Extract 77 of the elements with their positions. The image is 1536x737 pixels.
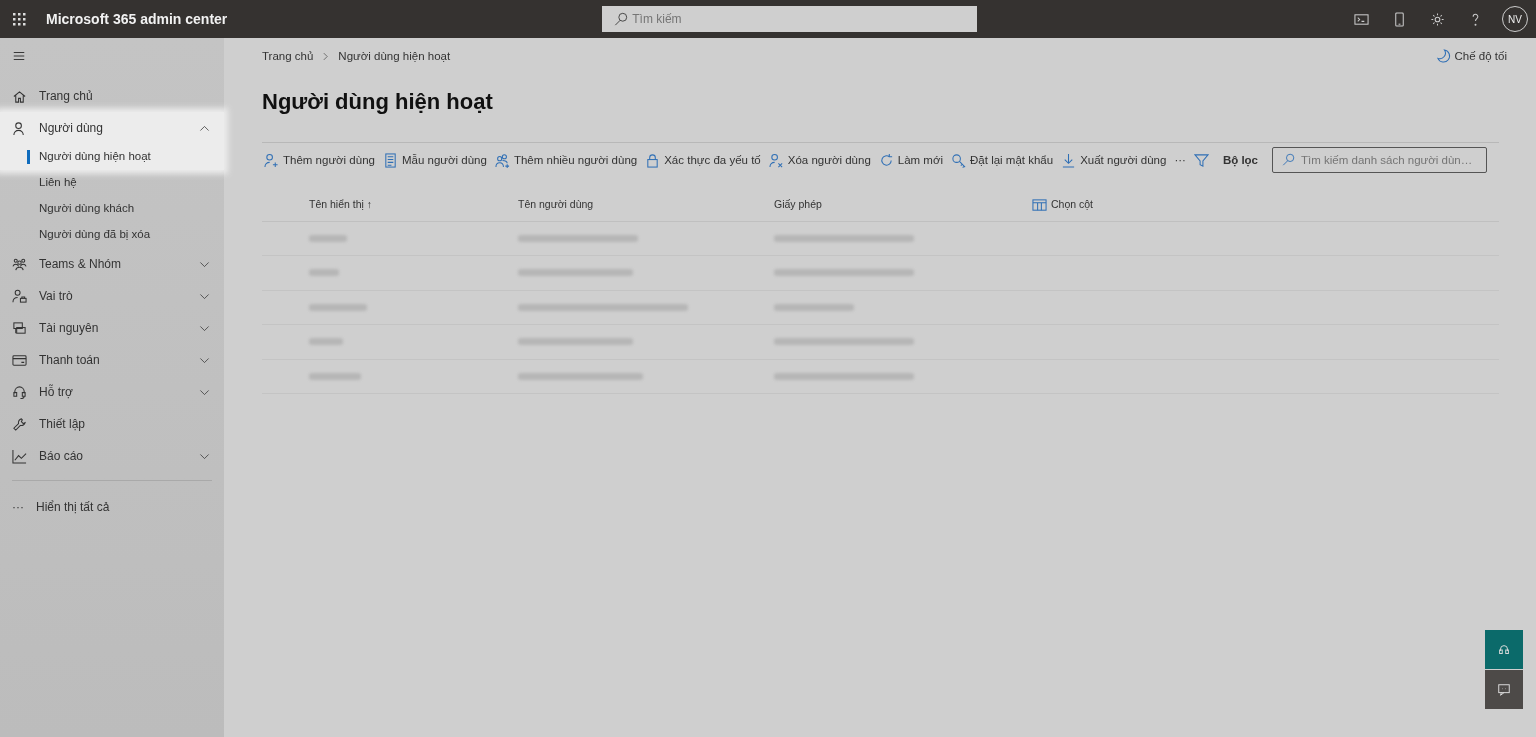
support-button[interactable] <box>1485 630 1523 669</box>
table-icon <box>1032 197 1047 213</box>
filter-button[interactable]: Bộ lọc <box>1220 151 1260 169</box>
download-icon <box>1061 152 1077 168</box>
nav-subitem[interactable]: Liên hệ <box>0 170 224 196</box>
terminal-icon[interactable] <box>1353 11 1369 27</box>
person-x-icon <box>768 152 784 168</box>
nav-item[interactable]: Báo cáo <box>0 440 224 472</box>
breadcrumb-link[interactable]: Trang chủ <box>262 48 314 66</box>
nav-item[interactable]: Người dùng <box>0 112 224 144</box>
nav-item[interactable]: Teams & Nhóm <box>0 248 224 280</box>
more-button[interactable]: ··· <box>1172 151 1188 169</box>
search-field[interactable]: Tìm kiếm <box>602 6 978 32</box>
toolbar-button[interactable]: Làm mới <box>876 151 946 169</box>
nav-item[interactable]: Hỗ trợ <box>0 376 224 408</box>
toolbar-button[interactable]: Thêm nhiều người dùng <box>492 151 640 169</box>
nav-item[interactable]: Tài nguyên <box>0 312 224 344</box>
document-icon <box>382 152 398 168</box>
refresh-icon <box>878 152 894 168</box>
app-title: Microsoft 365 admin center <box>46 9 228 29</box>
menu-icon[interactable] <box>12 49 26 63</box>
toolbar-button[interactable]: Mẫu người dùng <box>380 151 489 169</box>
page-title: Người dùng hiện hoạt <box>262 89 494 116</box>
toolbar-button[interactable]: Xác thực đa yếu tố <box>643 151 763 169</box>
nav-label: Người dùng <box>39 120 103 137</box>
toolbar-button[interactable]: Xuất người dùng <box>1059 151 1169 169</box>
nav-label: Tài nguyên <box>39 320 99 337</box>
nav-item[interactable]: Thanh toán <box>0 344 224 376</box>
toolbar-button[interactable]: Xóa người dùng <box>766 151 873 169</box>
dark-mode-button[interactable]: Chế độ tối <box>1433 48 1509 66</box>
nav-label: Hỗ trợ <box>39 383 73 401</box>
settings-icon[interactable] <box>1429 11 1445 27</box>
show-all-link[interactable]: ··· Hiển thị tất cả <box>0 491 224 523</box>
headset-icon <box>1497 642 1511 657</box>
column-header[interactable]: Giấy phép <box>774 198 822 211</box>
nav-item[interactable]: Thiết lập <box>0 408 224 440</box>
toolbar-button[interactable]: Thêm người dùng <box>262 151 377 169</box>
nav-label: Vai trò <box>39 288 73 305</box>
printer-icon <box>12 320 27 336</box>
card-icon <box>12 352 27 368</box>
nav-label: Trang chủ <box>39 88 93 105</box>
search-icon <box>614 12 629 26</box>
nav-label: Teams & Nhóm <box>39 256 122 273</box>
app-launcher-icon[interactable] <box>11 11 29 27</box>
moon-icon <box>1435 49 1451 65</box>
chevron-right-icon <box>321 52 331 62</box>
nav-label: Thanh toán <box>39 352 100 369</box>
breadcrumb-link[interactable]: Người dùng hiện hoạt <box>338 48 451 66</box>
person-badge-icon <box>12 288 27 304</box>
nav-label: Báo cáo <box>39 448 84 465</box>
key-icon <box>951 152 967 168</box>
search-icon <box>1282 153 1295 167</box>
person-icon <box>12 120 27 136</box>
filter-button[interactable] <box>1191 152 1211 168</box>
lock-icon <box>645 152 661 168</box>
toolbar-button[interactable]: Đặt lại mật khẩu <box>949 151 1056 169</box>
nav-item[interactable]: Trang chủ <box>0 80 224 112</box>
people-plus-icon <box>494 152 510 168</box>
more-icon: ··· <box>12 498 24 516</box>
nav-label: Thiết lập <box>39 416 86 433</box>
nav-subitem[interactable]: Người dùng khách <box>0 196 224 222</box>
choose-columns-button[interactable]: Chọn cột <box>1030 197 1096 213</box>
nav-subitem[interactable]: Người dùng đã bị xóa <box>0 222 224 248</box>
nav-item[interactable]: Vai trò <box>0 280 224 312</box>
search-field[interactable]: Tìm kiếm danh sách người dùn… <box>1272 147 1487 174</box>
chart-icon <box>12 448 27 464</box>
chat-icon <box>1497 682 1511 697</box>
wrench-icon <box>12 416 27 432</box>
filter-icon <box>1193 152 1209 168</box>
column-header[interactable]: Tên hiển thị ↑ <box>309 198 373 211</box>
person-plus-icon <box>264 152 279 168</box>
feedback-button[interactable] <box>1485 670 1523 709</box>
people-icon <box>12 256 27 272</box>
headset-icon <box>12 384 27 400</box>
column-header[interactable]: Tên người dùng <box>518 198 594 211</box>
nav-subitem[interactable]: Người dùng hiện hoạt <box>0 144 224 170</box>
home-icon <box>12 88 27 104</box>
